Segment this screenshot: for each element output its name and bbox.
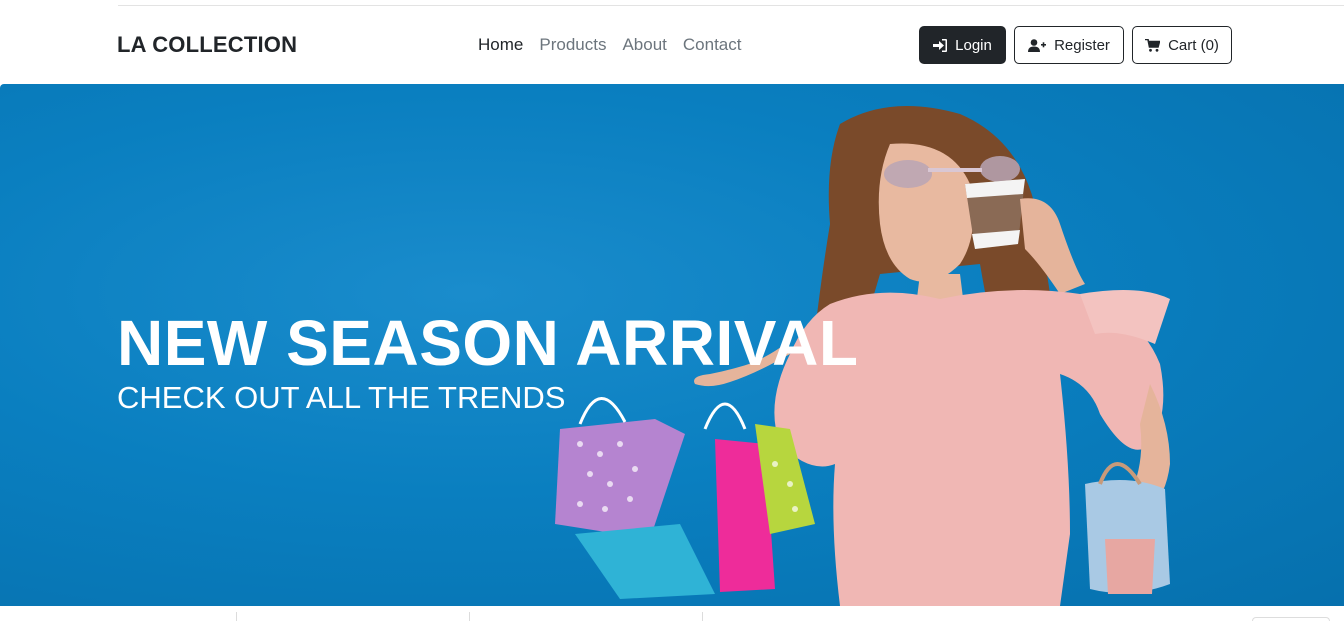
next-section-top bbox=[0, 606, 1344, 621]
register-button[interactable]: Register bbox=[1014, 26, 1124, 64]
nav-link-home[interactable]: Home bbox=[478, 35, 523, 55]
section-divider bbox=[469, 612, 470, 621]
sign-in-icon bbox=[933, 38, 948, 52]
hero-banner[interactable]: NEW SEASON ARRIVAL CHECK OUT ALL THE TRE… bbox=[0, 84, 1344, 606]
register-label: Register bbox=[1054, 36, 1110, 54]
login-button[interactable]: Login bbox=[919, 26, 1006, 64]
hero-title: NEW SEASON ARRIVAL bbox=[117, 307, 859, 379]
shopping-cart-icon bbox=[1145, 38, 1161, 52]
nav-link-contact[interactable]: Contact bbox=[683, 35, 742, 55]
user-plus-icon bbox=[1028, 38, 1047, 52]
login-label: Login bbox=[955, 36, 992, 54]
section-divider bbox=[702, 612, 703, 621]
hero-subtitle: CHECK OUT ALL THE TRENDS bbox=[117, 380, 566, 415]
nav-links: Home Products About Contact bbox=[478, 35, 741, 55]
navbar: LA COLLECTION Home Products About Contac… bbox=[0, 6, 1344, 84]
section-divider bbox=[236, 612, 237, 621]
cart-button[interactable]: Cart (0) bbox=[1132, 26, 1232, 64]
nav-link-about[interactable]: About bbox=[622, 35, 666, 55]
cart-label: Cart (0) bbox=[1168, 36, 1219, 54]
brand-logo[interactable]: LA COLLECTION bbox=[117, 32, 297, 58]
partial-element bbox=[1252, 617, 1330, 621]
nav-link-products[interactable]: Products bbox=[539, 35, 606, 55]
